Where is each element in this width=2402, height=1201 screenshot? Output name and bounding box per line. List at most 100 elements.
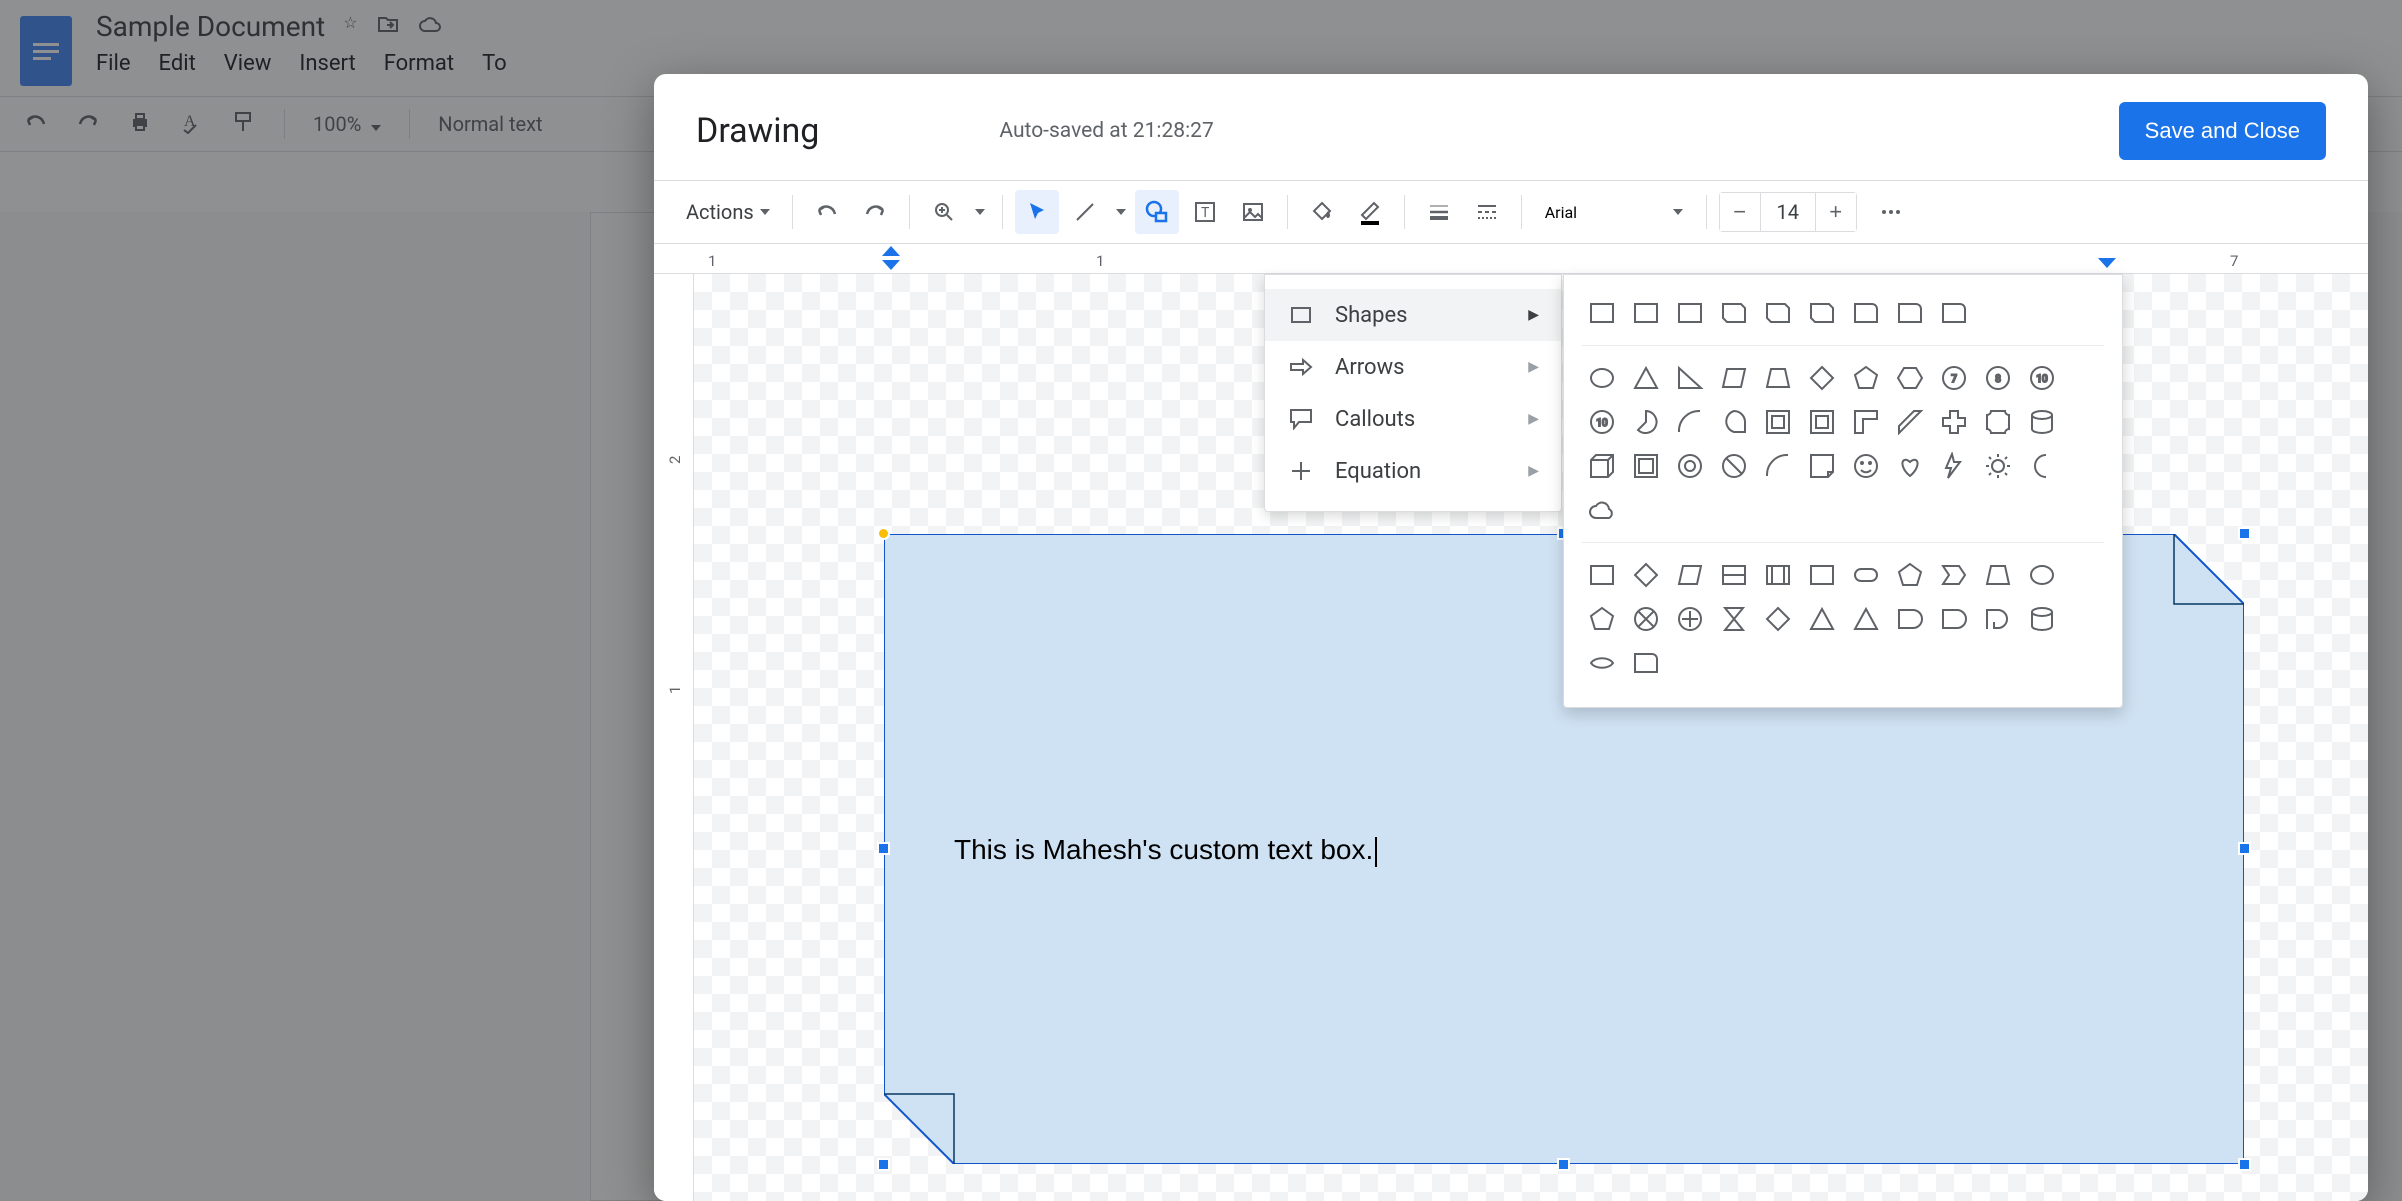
shape-crossed-circle[interactable] [1626,599,1666,639]
shape-triangle2[interactable] [1802,599,1842,639]
shape-diamond[interactable] [1802,358,1842,398]
shape-rt-triangle[interactable] [1670,358,1710,398]
shape-half-frame[interactable] [1802,402,1842,442]
shape-triangle-down[interactable] [1846,599,1886,639]
shape-tool-icon[interactable] [1135,190,1179,234]
shape-pie[interactable] [1626,402,1666,442]
resize-handle-bottom-right[interactable] [2238,1158,2251,1171]
shape-folded-corner[interactable] [1802,446,1842,486]
select-tool-icon[interactable] [1015,190,1059,234]
shape-donut[interactable] [1670,446,1710,486]
shape-rect-bar[interactable] [1758,555,1798,595]
shape-snip-2[interactable] [1714,293,1754,333]
more-options-icon[interactable] [1869,190,1913,234]
shape-diag-stripe[interactable] [1890,402,1930,442]
save-and-close-button[interactable]: Save and Close [2119,102,2326,160]
font-size-increase-button[interactable]: + [1816,193,1856,231]
shape-pentagon3[interactable] [1582,599,1622,639]
shape-sun[interactable] [1978,446,2018,486]
shape-menu-callouts[interactable]: Callouts ▶ [1265,393,1561,445]
shape-dshape2[interactable] [1934,599,1974,639]
shape-hourglass[interactable] [1714,599,1754,639]
shape-heptagon[interactable]: 7 [1934,358,1974,398]
font-size-decrease-button[interactable]: − [1720,193,1760,231]
horizontal-ruler[interactable]: 1 1 7 [654,244,2368,274]
shape-octagon[interactable]: 8 [1978,358,2018,398]
shape-pentagon[interactable] [1846,358,1886,398]
shape-plaque[interactable] [1978,402,2018,442]
shape-block-arc[interactable] [1758,446,1798,486]
shape-ellipse[interactable] [1582,358,1622,398]
fill-color-icon[interactable] [1300,190,1344,234]
border-color-icon[interactable] [1348,190,1392,234]
border-dash-icon[interactable] [1465,190,1509,234]
vertical-ruler[interactable]: 2 1 [654,274,694,1201]
shape-qshape[interactable] [1978,599,2018,639]
border-weight-icon[interactable] [1417,190,1461,234]
shape-arc[interactable] [1670,402,1710,442]
shape-diamond2[interactable] [1626,555,1666,595]
shape-hexagon[interactable] [1890,358,1930,398]
textbox-content[interactable]: This is Mahesh's custom text box. [954,834,1377,867]
shape-bevel[interactable] [1626,446,1666,486]
shape-trap2[interactable] [1978,555,2018,595]
shape-round-poly[interactable] [1626,643,1666,683]
shape-cloud[interactable] [1582,490,1622,530]
shape-triangle[interactable] [1626,358,1666,398]
shape-lens[interactable] [1582,643,1622,683]
shape-multi-rect[interactable] [1802,555,1842,595]
shape-teardrop[interactable] [1714,402,1754,442]
shape-round-2[interactable] [1890,293,1930,333]
resize-handle-left[interactable] [877,842,890,855]
font-size-value[interactable]: 14 [1760,193,1816,231]
shape-stadium[interactable] [1846,555,1886,595]
shape-trapezoid[interactable] [1758,358,1798,398]
shape-frame[interactable] [1758,402,1798,442]
shape-round-1[interactable] [1846,293,1886,333]
undo-icon[interactable] [805,190,849,234]
shape-heart[interactable] [1890,446,1930,486]
line-tool-icon[interactable] [1063,190,1107,234]
shape-rect2[interactable] [1582,555,1622,595]
shape-parallelogram2[interactable] [1670,555,1710,595]
shape-menu-arrows[interactable]: Arrows ▶ [1265,341,1561,393]
shape-menu-shapes[interactable]: Shapes ▶ [1265,289,1561,341]
shape-snip-rect[interactable] [1670,293,1710,333]
resize-handle-bottom[interactable] [1557,1158,1570,1171]
actions-menu-button[interactable]: Actions [676,200,780,224]
shape-chevron[interactable] [1934,555,1974,595]
resize-handle-right[interactable] [2238,842,2251,855]
redo-icon[interactable] [853,190,897,234]
resize-handle-bottom-left[interactable] [877,1158,890,1171]
shape-snip-all[interactable] [1802,293,1842,333]
shape-plus[interactable] [1934,402,1974,442]
shape-round-diag[interactable] [1934,293,1974,333]
shape-pentagon2[interactable] [1890,555,1930,595]
indent-marker-icon[interactable] [882,246,900,272]
resize-handle-top-right[interactable] [2238,527,2251,540]
shape-menu-equation[interactable]: Equation ▶ [1265,445,1561,497]
line-tool-dropdown-icon[interactable] [1111,190,1131,234]
shape-snip-diag[interactable] [1758,293,1798,333]
drawing-canvas[interactable]: This is Mahesh's custom text box. Shapes… [694,274,2368,1201]
shape-rect-slash[interactable] [1714,555,1754,595]
shape-decagon[interactable]: 10 [2022,358,2062,398]
shape-cylinder[interactable] [2022,599,2062,639]
shape-plus-circle[interactable] [1670,599,1710,639]
shape-lightning[interactable] [1934,446,1974,486]
font-selector[interactable]: Arial [1534,196,1694,229]
shape-moon[interactable] [2022,446,2062,486]
shape-rect[interactable] [1582,293,1622,333]
shape-cube[interactable] [1582,446,1622,486]
zoom-dropdown-icon[interactable] [970,190,990,234]
shape-can[interactable] [2022,402,2062,442]
shape-ellipse2[interactable] [2022,555,2062,595]
shape-smiley[interactable] [1846,446,1886,486]
shape-dshape[interactable] [1890,599,1930,639]
shape-small-diamond[interactable] [1758,599,1798,639]
shape-no-symbol[interactable] [1714,446,1754,486]
shape-dodecagon[interactable]: 10 [1582,402,1622,442]
zoom-icon[interactable] [922,190,966,234]
shape-round-rect[interactable] [1626,293,1666,333]
shape-l-shape[interactable] [1846,402,1886,442]
